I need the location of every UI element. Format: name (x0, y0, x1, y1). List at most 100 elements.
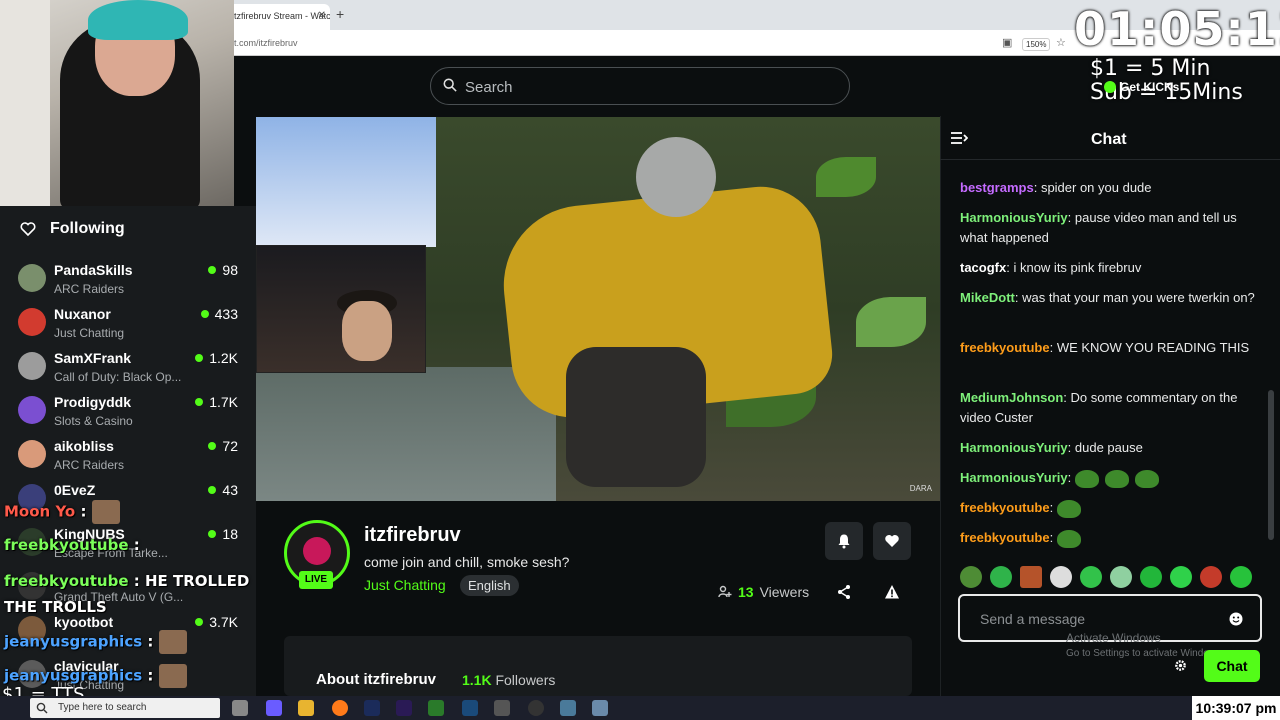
sidebar-channel-item[interactable]: SamXFrank Call of Duty: Black Op... 1.2K (18, 350, 248, 394)
close-tab-icon[interactable]: ✕ (318, 10, 326, 21)
chat-settings-button[interactable] (1174, 659, 1187, 677)
overlay-chat-line: THE TROLLS (4, 598, 107, 616)
bell-icon (838, 534, 850, 549)
viewer-count: 13 Viewers (718, 584, 809, 600)
video-watermark: DARA (909, 484, 932, 493)
chat-username[interactable]: freebkyoutube (960, 530, 1050, 545)
performance-icon[interactable] (428, 700, 444, 716)
emote-button[interactable] (1080, 566, 1102, 588)
channel-avatar (18, 264, 46, 292)
channel-viewer-count: 98 (208, 262, 238, 278)
overlay-chat-user: jeanyusgraphics (4, 666, 143, 685)
chat-username[interactable]: freebkyoutube (960, 340, 1050, 355)
following-header[interactable]: Following (20, 220, 125, 238)
channel-viewer-count: 43 (208, 482, 238, 498)
chat-username[interactable]: MediumJohnson (960, 390, 1063, 405)
chat-username[interactable]: MikeDott (960, 290, 1015, 305)
channel-name: Prodigyddk (54, 394, 132, 410)
firefox-icon[interactable] (332, 700, 348, 716)
emote-button[interactable] (960, 566, 982, 588)
emote-button[interactable] (1050, 566, 1072, 588)
taskbar-clock: 10:39:07 pm (1192, 696, 1280, 720)
chat-colon: : (1049, 340, 1057, 355)
search-placeholder: Search (465, 79, 513, 96)
premiere-icon[interactable] (396, 700, 412, 716)
chat-username[interactable]: freebkyoutube (960, 500, 1050, 515)
language-tag[interactable]: English (460, 575, 519, 596)
get-kicks-button[interactable]: Get KICKs (1104, 80, 1179, 94)
chat-username[interactable]: HarmoniousYuriy (960, 210, 1068, 225)
video-player[interactable]: DARA (256, 117, 940, 501)
overlay-chat-line: freebkyoutube : (4, 536, 140, 554)
channel-viewer-count: 3.7K (195, 614, 238, 630)
channel-viewers: 43 (222, 482, 238, 498)
chat-send-button[interactable]: Chat (1204, 650, 1260, 682)
chat-input-placeholder: Send a message (980, 611, 1086, 627)
steam-icon[interactable] (462, 700, 478, 716)
search-input[interactable]: Search (430, 67, 850, 105)
chat-scrollbar[interactable] (1268, 390, 1274, 540)
emote-button[interactable] (1140, 566, 1162, 588)
bookmark-star-icon[interactable]: ☆ (1056, 36, 1066, 49)
browser-tab[interactable]: itzfirebruv Stream - Watch ✕ (226, 4, 330, 30)
emoji-picker-button[interactable] (1229, 612, 1243, 631)
channel-name: 0EveZ (54, 482, 96, 498)
notification-button[interactable] (825, 522, 863, 560)
follower-count-number: 1.1K (462, 672, 492, 688)
webcam-overlay (0, 0, 234, 206)
channel-category: Just Chatting (54, 326, 125, 340)
search-icon (443, 78, 457, 92)
app-icon[interactable] (592, 700, 608, 716)
zoom-indicator[interactable]: 150% (1022, 38, 1051, 51)
chat-emote (1134, 469, 1159, 488)
stream-category-link[interactable]: Just Chatting (364, 577, 446, 593)
chat-text: i know its pink firebruv (1013, 260, 1142, 275)
emote-button[interactable] (1230, 566, 1252, 588)
emote-button[interactable] (990, 566, 1012, 588)
sidebar-channel-item[interactable]: Prodigyddk Slots & Casino 1.7K (18, 394, 248, 438)
live-dot-icon (208, 266, 217, 274)
chat-username[interactable]: tacogfx (960, 260, 1006, 275)
channel-name: Nuxanor (54, 306, 111, 322)
collapse-icon (951, 132, 969, 144)
url-text[interactable]: t.com/itzfirebruv (234, 38, 298, 48)
photoshop-icon[interactable] (364, 700, 380, 716)
file-explorer-icon[interactable] (298, 700, 314, 716)
subathon-timer: 01:05:12 (1074, 2, 1280, 56)
emote-button[interactable] (1170, 566, 1192, 588)
streamer-name[interactable]: itzfirebruv (364, 524, 461, 547)
obs-icon[interactable] (528, 700, 544, 716)
copilot-icon[interactable] (266, 700, 282, 716)
new-tab-icon[interactable]: + (336, 6, 344, 22)
chat-username[interactable]: HarmoniousYuriy (960, 470, 1068, 485)
follow-button[interactable] (873, 522, 911, 560)
task-view-icon[interactable] (232, 700, 248, 716)
emote-button[interactable] (1110, 566, 1132, 588)
sidebar-channel-item[interactable]: Nuxanor Just Chatting 433 (18, 306, 248, 350)
sidebar-channel-item[interactable]: PandaSkills ARC Raiders 98 (18, 262, 248, 306)
stream-title: come join and chill, smoke sesh? (364, 554, 570, 570)
chat-username[interactable]: HarmoniousYuriy (960, 440, 1068, 455)
live-dot-icon (208, 442, 217, 450)
emote-button[interactable] (1020, 566, 1042, 588)
emote-button[interactable] (1200, 566, 1222, 588)
video-water (256, 367, 556, 501)
chat-text: was that your man you were twerkin on? (1022, 290, 1255, 305)
app-icon[interactable] (494, 700, 510, 716)
viewer-count-label: Viewers (759, 584, 810, 600)
follower-count-label: Followers (495, 672, 556, 688)
chat-username[interactable]: bestgramps (960, 180, 1034, 195)
pip-person-face (342, 301, 392, 361)
channel-category: Slots & Casino (54, 414, 133, 428)
donation-rate: $1 = 5 Min (1090, 56, 1211, 81)
calculator-icon[interactable] (560, 700, 576, 716)
collapse-chat-button[interactable] (950, 130, 969, 151)
install-icon[interactable]: ▣ (1002, 36, 1012, 49)
follower-count: 1.1K Followers (462, 672, 555, 688)
taskbar-search[interactable]: Type here to search (30, 698, 220, 718)
sidebar-channel-item[interactable]: aikobliss ARC Raiders 72 (18, 438, 248, 482)
share-button[interactable] (836, 584, 852, 605)
report-button[interactable] (884, 584, 900, 605)
chat-message: HarmoniousYuriy: (960, 468, 1260, 488)
share-icon (838, 585, 850, 599)
